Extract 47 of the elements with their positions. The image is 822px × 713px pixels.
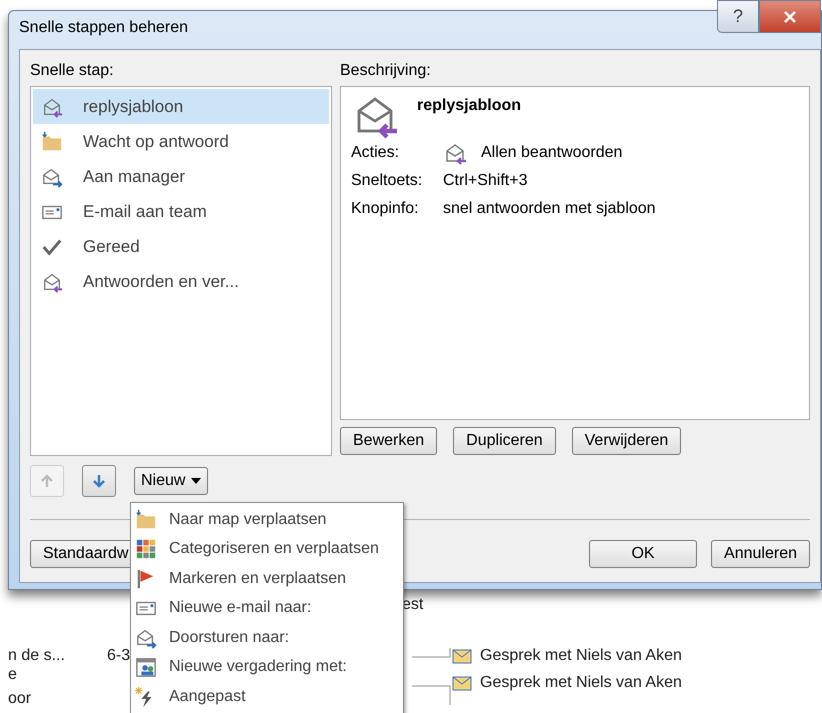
menu-item[interactable]: Doorsturen naar: [131, 623, 403, 652]
menu-item[interactable]: Nieuwe e-mail naar: [131, 594, 403, 623]
tree-lines [412, 647, 452, 707]
background-text: n de s... [8, 647, 65, 665]
list-label: Snelle stap: [30, 62, 115, 80]
conversation-item[interactable]: Gesprek met Niels van Aken [480, 647, 682, 665]
ok-button[interactable]: OK [589, 540, 698, 568]
close-icon [783, 10, 797, 22]
caret-icon [191, 478, 202, 484]
close-button[interactable] [759, 0, 821, 33]
description-label: Beschrijving: [340, 62, 432, 80]
folder-icon [41, 130, 63, 152]
help-button[interactable]: ? [717, 0, 759, 33]
calendar-people-icon [135, 656, 157, 678]
window-title: Snelle stappen beheren [19, 19, 188, 37]
arrow-up-icon [41, 474, 53, 488]
property-label: Knopinfo: [351, 200, 420, 218]
property-value: Allen beantwoorden [481, 144, 622, 162]
envelope-icon [452, 647, 472, 665]
background-text: 6-3 [107, 647, 130, 665]
folder-icon [135, 508, 157, 531]
quick-step-item[interactable]: Aan manager [33, 159, 329, 194]
conversation-item[interactable]: Gesprek met Niels van Aken [480, 674, 682, 692]
grid-icon [135, 538, 157, 560]
envelope-icon [452, 674, 472, 692]
background-text: e [8, 666, 17, 684]
quick-step-item[interactable]: Gereed [33, 229, 329, 264]
quick-step-name: replysjabloon [417, 97, 522, 115]
property-label: Sneltoets: [351, 172, 424, 190]
quick-step-item[interactable]: Wacht op antwoord [33, 124, 329, 159]
action-button[interactable]: Bewerken [340, 427, 438, 455]
arrow-down-icon [93, 474, 105, 488]
property-value: Ctrl+Shift+3 [443, 172, 528, 190]
menu-item[interactable]: Aangepast [131, 682, 403, 712]
move-down-button[interactable] [82, 465, 116, 497]
action-button[interactable]: Dupliceren [453, 427, 556, 455]
property-label: Acties: [351, 144, 400, 162]
action-button[interactable]: Verwijderen [572, 427, 682, 455]
background-text: oor [8, 690, 32, 708]
quick-step-item[interactable]: replysjabloon [33, 89, 329, 124]
quick-step-item[interactable]: E-mail aan team [33, 194, 329, 229]
cancel-button[interactable]: Annuleren [711, 540, 810, 568]
quick-step-item[interactable]: Antwoorden en ver... [33, 264, 329, 299]
property-value: snel antwoorden met sjabloon [443, 200, 656, 218]
menu-item[interactable]: Naar map verplaatsen [131, 505, 403, 534]
menu-item[interactable]: Nieuwe vergadering met: [131, 652, 403, 682]
new-dropdown-button[interactable]: Nieuw [134, 467, 208, 495]
